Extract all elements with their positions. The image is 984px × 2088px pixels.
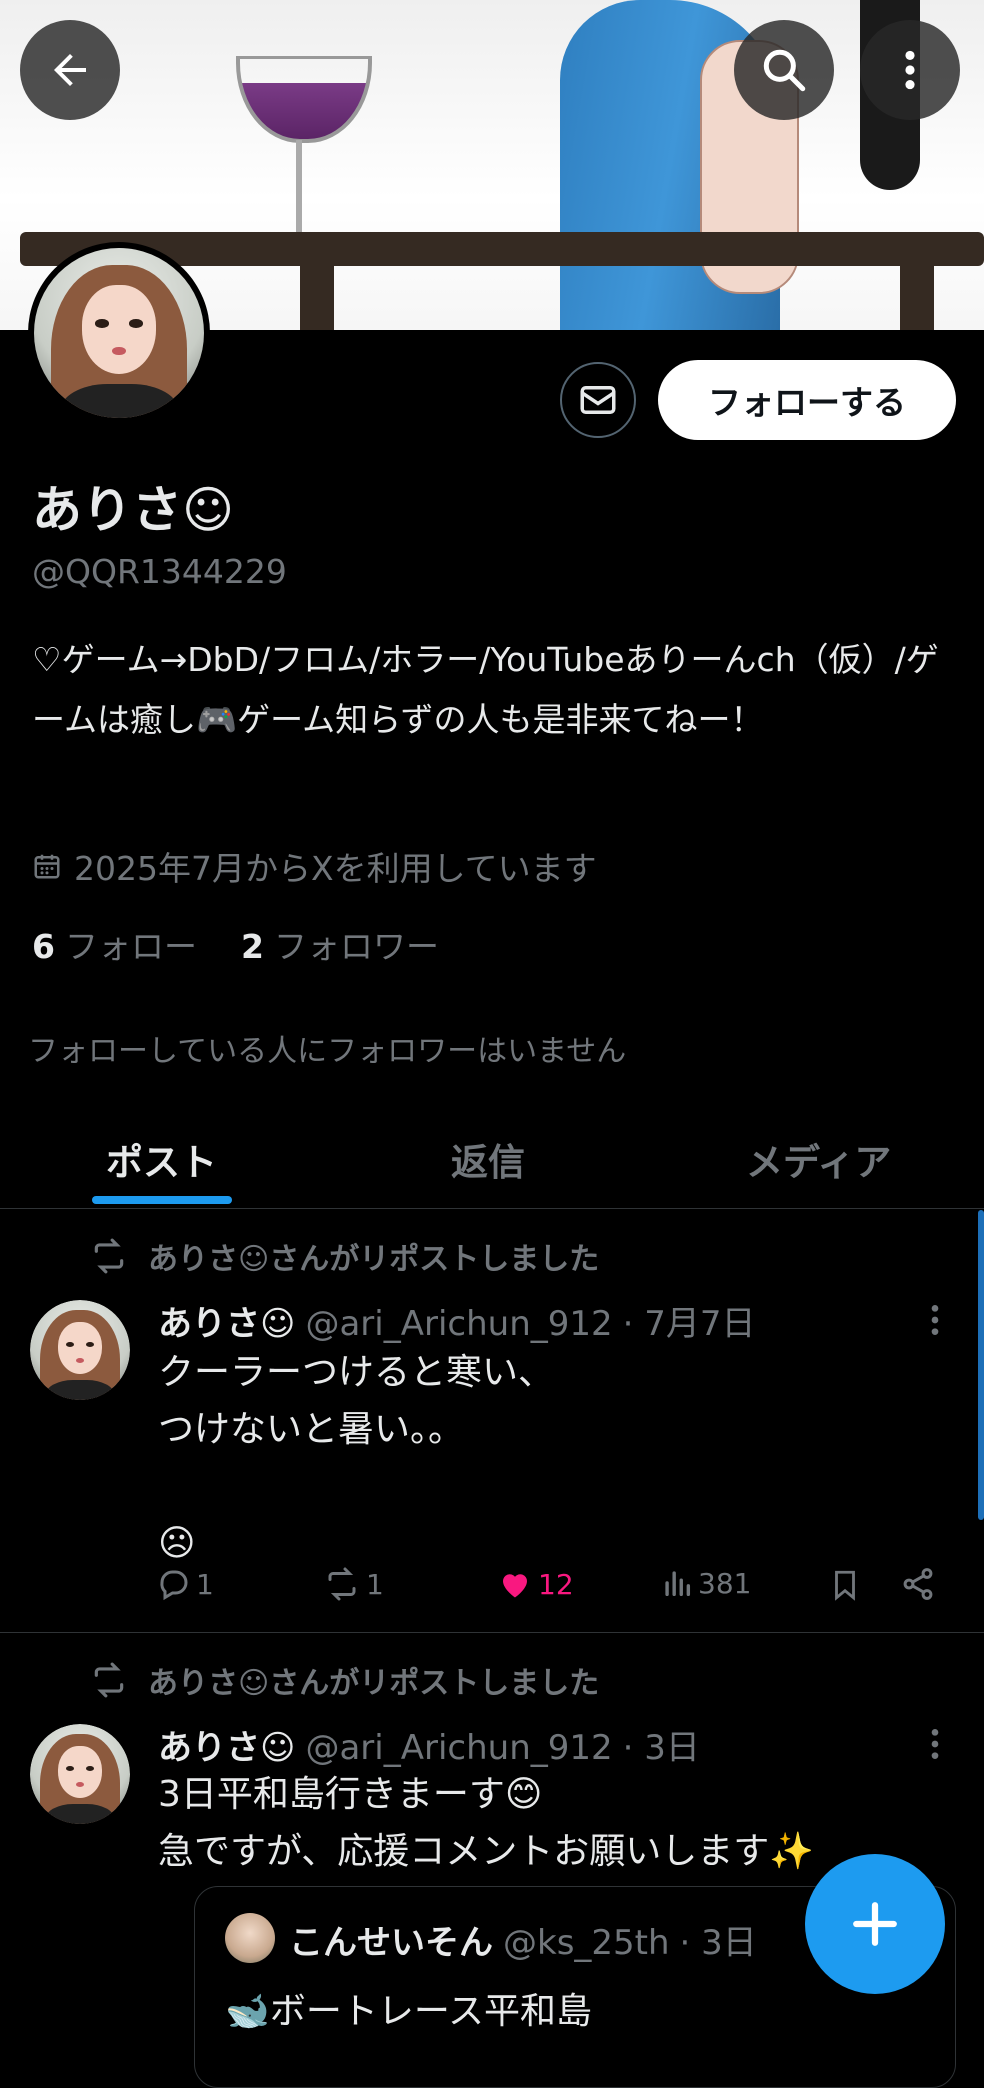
post-more-button[interactable] [924,1300,946,1349]
profile-bio: ♡ゲーム→DbD/フロム/ホラー/YouTubeありーんch（仮）/ゲームは癒し… [32,640,939,739]
profile-avatar[interactable] [28,242,210,424]
avatar-photo [30,1724,130,1824]
joined-date: 2025年7月からXを利用しています [32,842,597,890]
repost-note: ありさ☺さんがリポストしました [90,1658,599,1702]
post-text: クーラーつけると寒い、 つけないと暑い。。 ☹ [158,1352,555,1564]
repost-note-text: ありさ☺さんがリポストしました [148,1242,600,1277]
search-button[interactable] [734,20,834,120]
repost-note: ありさ☺さんがリポストしました [90,1234,599,1278]
post-author-avatar[interactable] [30,1300,130,1400]
followers-link[interactable]: 2 フォロワー [241,920,439,968]
compose-button[interactable] [805,1854,945,1994]
banner-art [296,140,302,240]
post-author-handle[interactable]: @ari_Arichun_912 [305,1728,612,1768]
profile-tabs: ポスト 返信 メディア [0,1112,984,1209]
post-author-name[interactable]: ありさ☺ [158,1720,295,1769]
share-icon [903,1568,933,1600]
calendar-icon [34,854,60,879]
repost-count: 1 [366,1567,384,1601]
banner-art [236,56,372,143]
joined-text: 2025年7月からXを利用しています [74,849,597,888]
scrollbar[interactable] [978,1210,984,1520]
repost-button[interactable]: 1 [322,1566,384,1602]
comment-icon [160,1570,188,1601]
following-link[interactable]: 6 フォロー [32,920,197,968]
profile-name: ありさ☺ [32,481,235,539]
repost-note-text: ありさ☺さんがリポストしました [148,1666,600,1701]
quoted-author-name: こんせいそん [289,1923,493,1963]
arrow-left-icon [54,54,86,86]
back-button[interactable] [20,20,120,120]
more-vertical-icon [905,50,915,90]
message-button[interactable] [560,362,636,438]
bookmark-icon [835,1570,855,1601]
quoted-author-avatar [225,1913,275,1963]
banner-art [300,262,334,330]
more-vertical-icon [931,1305,939,1335]
reply-button[interactable]: 1 [156,1566,214,1602]
followers-label: フォロワー [273,927,439,966]
tab-media[interactable]: メディア [746,1132,891,1186]
quoted-post-header: こんせいそん @ks_25th · 3日 [289,1915,757,1964]
envelope-icon [580,386,616,414]
post-author-name[interactable]: ありさ☺ [158,1296,295,1345]
post-author-avatar[interactable] [30,1724,130,1824]
post-header: ありさ☺ @ari_Arichun_912 · 7月7日 [158,1296,756,1345]
more-options-button[interactable] [860,20,960,120]
heart-filled-icon [503,1574,527,1598]
following-label: フォロー [64,927,197,966]
views-button[interactable]: 381 [660,1566,751,1600]
quoted-post-text: 🐋ボートレース平和島 [225,1991,593,2032]
tab-posts[interactable]: ポスト [106,1132,217,1186]
followers-count: 2 [240,927,264,966]
tab-replies[interactable]: 返信 [451,1132,525,1186]
follow-button[interactable]: フォローする [658,360,956,440]
profile-handle: @QQR1344229 [32,552,287,591]
post-date[interactable]: · 7月7日 [623,1296,756,1345]
plus-icon [853,1902,897,1946]
repost-icon [328,1567,356,1601]
repost-icon [94,1662,124,1698]
more-vertical-icon [931,1729,939,1759]
search-icon [763,49,806,92]
post-author-handle[interactable]: @ari_Arichun_912 [305,1304,612,1344]
post-divider [0,1632,984,1633]
post-text: 3日平和島行きまーす😊 急ですが、応援コメントお願いします✨ [158,1774,815,1872]
quoted-author-handle: @ks_25th [503,1923,670,1963]
quoted-post-date: · 3日 [679,1923,757,1963]
bar-chart-icon [665,1571,691,1597]
view-count: 381 [698,1566,752,1600]
bookmark-button[interactable] [828,1566,862,1604]
follow-stats: 6 フォロー 2 フォロワー [32,920,439,968]
avatar-photo [30,1300,130,1400]
active-tab-indicator [92,1196,232,1204]
mutual-followers-note: フォローしている人にフォロワーはいません [28,1034,627,1069]
post-actions: 1 1 12 381 [0,1566,984,1610]
post-header: ありさ☺ @ari_Arichun_912 · 3日 [158,1720,700,1769]
banner-art [900,262,934,330]
like-button[interactable]: 12 [496,1566,574,1602]
share-button[interactable] [900,1566,936,1602]
post-date[interactable]: · 3日 [623,1720,700,1769]
following-count: 6 [32,927,55,966]
reply-count: 1 [196,1567,214,1601]
repost-icon [94,1238,124,1274]
avatar-photo [34,248,204,418]
like-count: 12 [538,1567,574,1601]
